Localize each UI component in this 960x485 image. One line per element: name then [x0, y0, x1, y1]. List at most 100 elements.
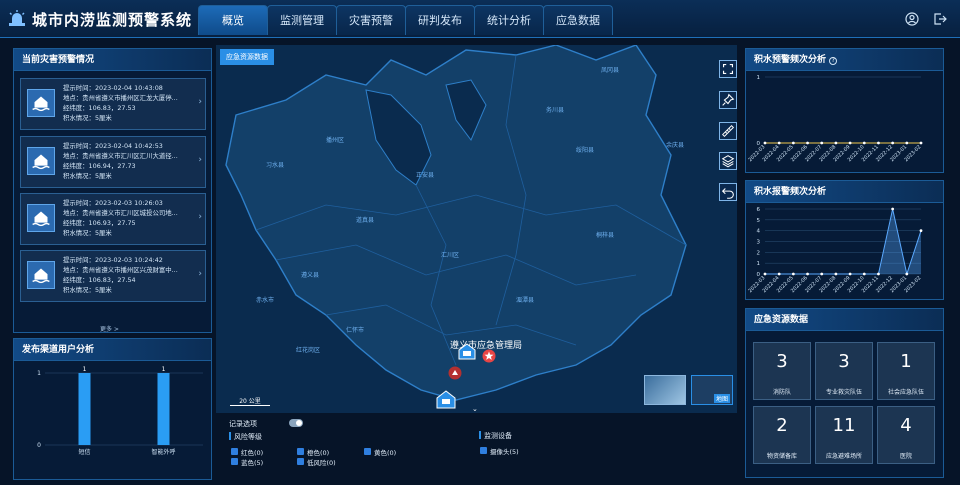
y-tick-label: 2 [757, 250, 761, 256]
data-point [862, 272, 866, 276]
resource-count: 2 [776, 415, 788, 436]
resource-label: 物资储备库 [766, 453, 797, 460]
alert-time: 提示时间：2023-02-03 10:26:03 [63, 199, 163, 207]
y-tick-label: 6 [757, 207, 761, 213]
bar-value-label: 1 [162, 366, 166, 373]
warn-frequency-title-text: 积水预警频次分析 [754, 55, 827, 65]
alert-card[interactable]: 提示时间：2023-02-03 10:26:03 地点：贵州省遵义市汇川区城投公… [20, 193, 206, 245]
toggle-knob [296, 420, 302, 426]
layers-icon[interactable] [719, 152, 737, 170]
data-point [919, 141, 923, 145]
resource-label: 消防队 [772, 389, 791, 396]
pin-icon[interactable] [719, 91, 737, 109]
layer-button[interactable]: 应急资源数据 [220, 49, 274, 65]
resource-card-fire-brigade[interactable]: 3 消防队 [753, 342, 811, 400]
resource-card-rescue-team[interactable]: 3 专业救灾队伍 [815, 342, 873, 400]
resource-label: 应急避难场所 [825, 453, 862, 460]
resource-count: 3 [838, 351, 850, 372]
risk-blue-checkbox[interactable] [231, 458, 238, 465]
data-point [820, 141, 824, 145]
warning-marker-icon[interactable] [448, 366, 462, 380]
map-place-label: 赤水市 [256, 297, 275, 304]
alert-time: 提示时间：2023-02-03 10:24:42 [63, 256, 163, 264]
tab-publish[interactable]: 研判发布 [405, 5, 475, 35]
y-tick-label: 5 [757, 218, 761, 224]
alert-status: 积水情况：5厘米 [63, 286, 112, 294]
map-thumbnail[interactable]: 地图 [691, 375, 733, 405]
alarm-frequency-chart: 01234562022-032022-042022-052022-062022-… [747, 207, 922, 294]
alert-card[interactable]: 提示时间：2023-02-04 10:43:08 地点：贵州省遵义市播州区汇龙大… [20, 78, 206, 130]
risk-red-checkbox[interactable] [231, 448, 238, 455]
flood-icon [27, 89, 55, 117]
more-link[interactable]: 更多 > [100, 324, 119, 333]
risk-yellow-checkbox[interactable] [364, 448, 371, 455]
alert-place: 地点：贵州省遵义市汇川区城投公司地... [63, 209, 178, 217]
camera-marker-icon[interactable] [458, 343, 476, 361]
resource-card-warehouse[interactable]: 2 物资储备库 [753, 406, 811, 464]
remember-options-label: 记录选项 [229, 420, 257, 428]
alert-card[interactable]: 提示时间：2023-02-03 10:24:42 地点：贵州省遵义市播州区兴茂财… [20, 250, 206, 302]
alert-card[interactable]: 提示时间：2023-02-04 10:42:53 地点：贵州省遵义市汇川区汇川大… [20, 136, 206, 188]
tab-statistics[interactable]: 统计分析 [474, 5, 544, 35]
alert-coord: 经纬度：106.93，27.75 [63, 219, 136, 227]
alert-place: 地点：贵州省遵义市播州区汇龙大厦停... [63, 94, 178, 102]
data-point [791, 272, 795, 276]
x-tick-label: 短信 [78, 448, 90, 456]
alert-status: 积水情况：5厘米 [63, 172, 112, 180]
alerts-title: 当前灾害预警情况 [14, 49, 211, 71]
tab-monitoring[interactable]: 监测管理 [267, 5, 337, 35]
remember-options-toggle[interactable] [289, 419, 303, 427]
data-point [848, 141, 852, 145]
map-place-label: 余庆县 [666, 142, 685, 149]
y-tick-label: 4 [757, 229, 761, 235]
resource-label: 医院 [899, 453, 912, 460]
alert-status: 积水情况：5厘米 [63, 229, 112, 237]
flood-icon [27, 261, 55, 289]
collapse-chevron-icon[interactable]: ⌄ [472, 405, 478, 413]
user-icon[interactable] [905, 12, 919, 26]
map-view[interactable]: 应急资源数据 凤冈县 习水县 余庆县 播州区 绥阳县 遵义县 道真县 汇川区 湄… [216, 45, 737, 413]
alert-time: 提示时间：2023-02-04 10:43:08 [63, 84, 163, 92]
alert-place: 地点：贵州省遵义市播州区兴茂财富中... [63, 266, 178, 274]
camera-label: 摄像头(5) [490, 448, 519, 456]
risk-orange-checkbox[interactable] [297, 448, 304, 455]
data-point [891, 141, 895, 145]
map-place-label: 播州区 [326, 137, 345, 144]
map-place-label: 道真县 [356, 217, 375, 224]
map-thumbnail-label: 地图 [713, 394, 730, 403]
chevron-right-icon: › [198, 212, 202, 222]
chevron-right-icon: › [198, 155, 202, 165]
satellite-thumbnail[interactable] [644, 375, 686, 405]
bar [157, 373, 170, 445]
y-tick-label: 1 [757, 261, 761, 267]
emergency-office-marker-icon[interactable] [482, 349, 496, 363]
data-point [806, 141, 809, 145]
main-nav: 概览 监测管理 灾害预警 研判发布 统计分析 应急数据 [198, 5, 613, 35]
camera-marker-icon[interactable] [436, 390, 456, 410]
tab-emergency-data[interactable]: 应急数据 [543, 5, 613, 35]
alarm-frequency-title: 积水报警频次分析 [746, 181, 943, 203]
tab-overview[interactable]: 概览 [198, 5, 268, 35]
resource-card-social-team[interactable]: 1 社会应急队伍 [877, 342, 935, 400]
ruler-icon[interactable] [719, 122, 737, 140]
resources-title: 应急资源数据 [746, 309, 943, 331]
alert-coord: 经纬度：106.83，27.54 [63, 276, 136, 284]
camera-checkbox[interactable] [480, 447, 487, 454]
risk-low-label: 低风险(0) [307, 459, 336, 467]
alarm-logo-icon [9, 10, 25, 26]
tab-warning[interactable]: 灾害预警 [336, 5, 406, 35]
data-point [834, 272, 838, 276]
y-tick-label: 3 [757, 240, 761, 246]
fullscreen-icon[interactable] [719, 60, 737, 78]
risk-low-checkbox[interactable] [297, 458, 304, 465]
data-point [806, 272, 809, 276]
data-point [777, 272, 781, 276]
logout-icon[interactable] [933, 12, 947, 26]
flood-icon [27, 204, 55, 232]
undo-icon[interactable] [719, 183, 737, 201]
resource-count: 1 [900, 351, 912, 372]
help-icon[interactable]: ? [829, 57, 838, 65]
resource-card-hospital[interactable]: 4 医院 [877, 406, 935, 464]
map-place-label: 遵义县 [301, 272, 320, 279]
resource-card-shelter[interactable]: 11 应急避难场所 [815, 406, 873, 464]
